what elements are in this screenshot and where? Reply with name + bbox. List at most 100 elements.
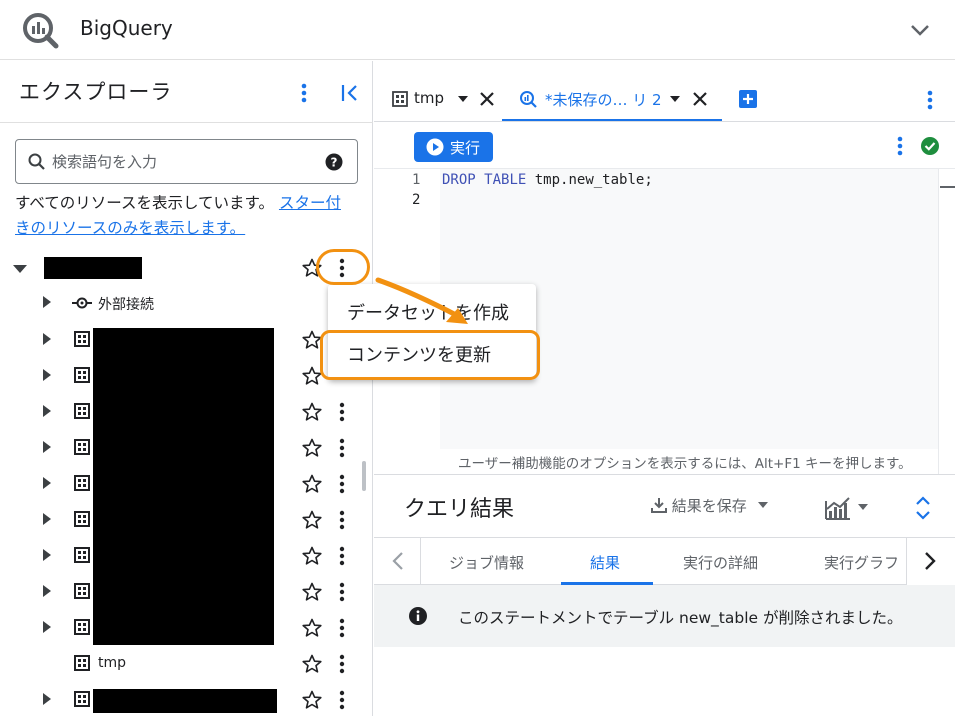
more-vert-icon[interactable] [335,510,349,530]
more-vert-icon[interactable] [893,135,907,157]
expand-icon[interactable] [43,513,51,525]
dataset-icon [74,475,90,491]
explorer-panel: エクスプローラ ? すべてのリソースを表示しています。 スター付きのリソースのみ… [0,61,373,716]
dataset-icon [74,655,90,671]
dataset-icon [74,331,90,347]
star-icon[interactable] [302,474,322,494]
info-icon [409,607,427,625]
keyword: DROP [442,172,476,188]
overview-ruler-mark [940,186,955,188]
app-title: BigQuery [80,16,173,40]
more-vert-icon[interactable] [335,402,349,422]
tab-results[interactable]: 結果 [590,552,620,573]
star-icon[interactable] [302,690,322,710]
tab-unsaved-query[interactable]: *未保存の… リ 2 [502,61,722,121]
tab-execution-graph[interactable]: 実行グラフ [824,552,899,573]
redacted-project-name [44,257,142,279]
dropdown-icon[interactable] [458,95,468,103]
info-text: すべてのリソースを表示しています。 [15,194,275,212]
explorer-title: エクスプローラ [19,80,173,104]
expand-icon[interactable] [43,441,51,453]
connection-icon [72,297,92,309]
keyword: TABLE [484,172,527,188]
more-vert-icon[interactable] [335,474,349,494]
dropdown-icon [757,502,768,508]
query-results-panel: クエリ結果 結果を保存 ジョブ情報 結果 実行の詳細 実行グラフ このステートメ… [374,474,955,716]
external-connections-label: 外部接続 [98,297,154,313]
run-button[interactable]: 実行 [414,132,493,162]
save-results-button[interactable]: 結果を保存 [651,495,768,516]
star-icon[interactable] [302,402,322,422]
close-icon[interactable] [479,91,495,107]
results-tabs: ジョブ情報 結果 実行の詳細 実行グラフ [374,537,955,586]
star-icon[interactable] [302,510,322,530]
dataset-row[interactable] [0,682,360,716]
table-icon [392,91,408,107]
dataset-icon [74,367,90,383]
star-icon[interactable] [302,618,322,638]
accessibility-hint: ユーザー補助機能のオプションを表示するには、Alt+F1 キーを押します。 [458,456,912,472]
star-icon[interactable] [302,366,322,386]
redacted-dataset-names [93,328,274,645]
dropdown-icon[interactable] [670,95,680,103]
search-icon [28,153,45,170]
bigquery-logo-icon [23,13,59,49]
dataset-icon [74,547,90,563]
chevron-right-icon[interactable] [922,550,938,572]
chevron-down-icon[interactable] [906,16,934,44]
more-vert-icon[interactable] [335,546,349,566]
tab-execution-details[interactable]: 実行の詳細 [683,552,758,573]
redacted-dataset-name [93,689,277,713]
tab-tmp[interactable]: tmp [384,61,502,121]
star-icon[interactable] [302,654,322,674]
expand-icon[interactable] [43,333,51,345]
chevron-left-icon[interactable] [390,550,406,572]
svg-text:?: ? [331,156,338,170]
search-input[interactable] [52,149,312,175]
external-connections-row[interactable]: 外部接続 [0,285,360,321]
project-row[interactable] [0,250,360,286]
tab-job-info[interactable]: ジョブ情報 [449,552,524,573]
expand-icon[interactable] [43,549,51,561]
collapse-panel-icon[interactable] [338,81,362,105]
query-icon [520,91,537,108]
expand-icon[interactable] [43,693,51,705]
line-number: 2 [412,192,421,208]
more-vert-icon[interactable] [294,81,314,105]
star-icon[interactable] [302,330,322,350]
results-title: クエリ結果 [404,497,515,522]
tab-label: tmp [414,89,445,107]
expand-icon[interactable] [13,265,27,273]
run-label: 実行 [450,140,481,157]
result-message-area: このステートメントでテーブル new_table が削除されました。 [374,585,955,647]
star-icon[interactable] [302,582,322,602]
more-vert-icon[interactable] [335,618,349,638]
expand-icon[interactable] [43,405,51,417]
star-icon[interactable] [302,438,322,458]
annotation-arrow-icon [375,277,468,324]
expand-icon[interactable] [43,585,51,597]
expand-icon[interactable] [43,296,51,308]
editor-scrollbar[interactable] [938,169,955,475]
expand-icon[interactable] [43,369,51,381]
dataset-icon [74,619,90,635]
expand-panel-icon[interactable] [914,495,932,521]
top-bar: BigQuery [0,0,955,60]
chart-icon[interactable] [824,495,874,521]
star-icon[interactable] [302,546,322,566]
more-vert-icon[interactable] [335,438,349,458]
add-tab-icon[interactable] [738,89,758,109]
dataset-row-tmp[interactable]: tmp [0,646,360,682]
close-icon[interactable] [692,91,708,107]
more-vert-icon[interactable] [335,582,349,602]
expand-icon[interactable] [43,621,51,633]
more-vert-icon[interactable] [923,89,937,111]
more-vert-icon[interactable] [335,654,349,674]
resource-info: すべてのリソースを表示しています。 スター付きのリソースのみを表示します。 [15,191,355,241]
expand-icon[interactable] [43,477,51,489]
help-icon[interactable]: ? [325,153,343,171]
scrollbar-thumb[interactable] [362,461,366,491]
highlight-box [320,330,540,380]
more-vert-icon[interactable] [335,690,349,710]
search-box: ? [15,139,358,184]
